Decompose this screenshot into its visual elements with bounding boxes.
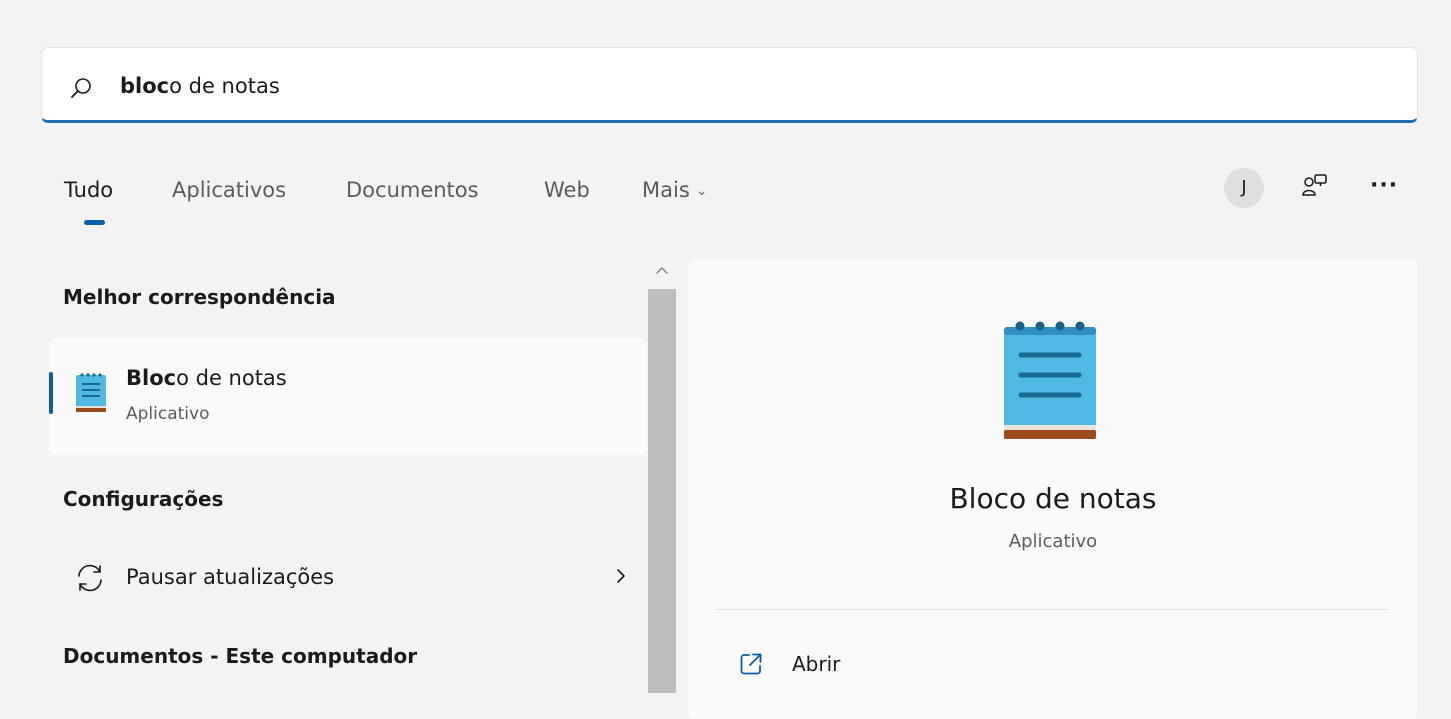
scrollbar-thumb[interactable] [648, 289, 676, 693]
chevron-right-icon [617, 569, 625, 583]
open-label: Abrir [792, 652, 841, 676]
scroll-up-arrow-icon[interactable] [652, 262, 672, 280]
chevron-down-icon: ⌄ [695, 183, 708, 199]
tab-aplicativos[interactable]: Aplicativos [172, 176, 286, 204]
preview-title: Bloco de notas [949, 482, 1157, 515]
notepad-icon [76, 373, 106, 412]
search-typed-text: bloc [120, 74, 170, 98]
active-tab-indicator [84, 220, 105, 225]
search-icon [71, 78, 91, 98]
open-external-icon [740, 653, 762, 675]
search-completion-text: o de notas [169, 74, 280, 98]
open-button[interactable]: Abrir [728, 647, 1028, 681]
best-match-result[interactable]: Bloco de notas Aplicativo [49, 338, 647, 455]
search-input[interactable]: bloco de notas [120, 72, 280, 100]
divider [716, 609, 1388, 610]
connected-devices-icon[interactable] [1300, 171, 1332, 203]
tab-mais[interactable]: Mais ⌄ [642, 176, 708, 207]
sync-icon [78, 564, 102, 592]
account-avatar[interactable]: J [1224, 168, 1264, 208]
search-box[interactable]: bloco de notas [41, 47, 1418, 123]
best-match-title-typed: Bloc [126, 366, 177, 390]
tab-documentos[interactable]: Documentos [346, 176, 479, 204]
best-match-title: Bloco de notas [126, 364, 287, 392]
more-options-icon[interactable]: ··· [1370, 174, 1398, 198]
settings-heading: Configurações [63, 487, 224, 511]
setting-label: Pausar atualizações [126, 565, 335, 589]
preview-subtitle: Aplicativo [1008, 531, 1098, 552]
notepad-large-icon [1004, 321, 1096, 439]
selection-accent-bar [49, 372, 53, 414]
tab-tudo[interactable]: Tudo [64, 176, 113, 204]
tab-mais-label: Mais [642, 178, 690, 202]
tab-web[interactable]: Web [544, 176, 590, 204]
best-match-subtitle: Aplicativo [126, 404, 210, 424]
preview-pane: Bloco de notas Aplicativo Abrir [688, 259, 1418, 719]
best-match-title-rest: o de notas [176, 366, 287, 390]
setting-result-pause-updates[interactable]: Pausar atualizações [49, 545, 647, 609]
documents-heading: Documentos - Este computador [63, 644, 418, 668]
best-match-heading: Melhor correspondência [63, 285, 336, 309]
